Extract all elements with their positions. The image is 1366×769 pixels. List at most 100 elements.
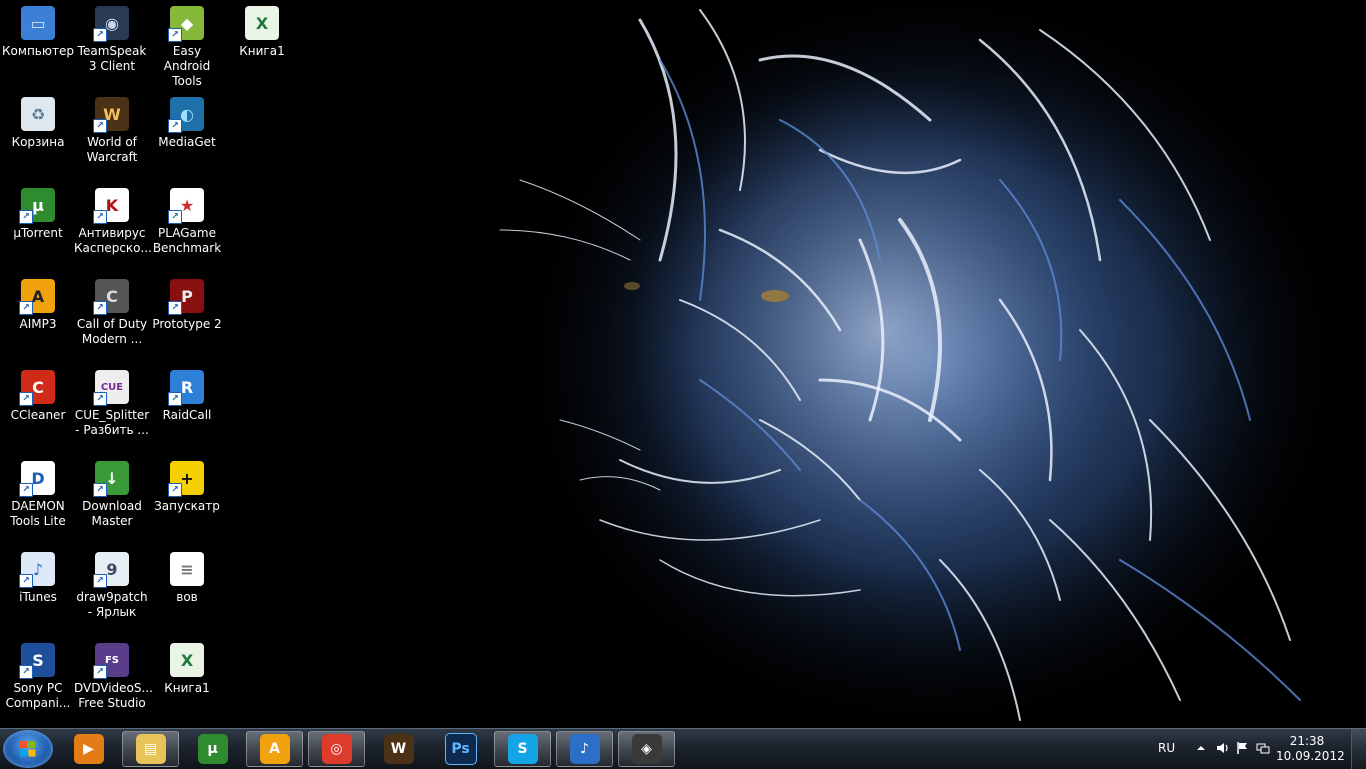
desktop-shortcut[interactable]: R ↗ RaidCall	[149, 364, 225, 423]
desktop-shortcut-label: Easy Android Tools	[163, 44, 211, 88]
desktop-shortcut-label: DAEMON Tools Lite	[10, 499, 66, 528]
language-indicator[interactable]: RU	[1158, 741, 1175, 755]
desktop-shortcut-label: draw9patch - Ярлык	[76, 590, 148, 619]
desktop-shortcut[interactable]: P ↗ Prototype 2	[149, 273, 225, 332]
desktop-shortcut[interactable]: ◆ ↗ Easy Android Tools	[149, 0, 225, 89]
wow-icon: W	[383, 734, 414, 764]
desktop-shortcut[interactable]: C ↗ Call of Duty Modern ...	[74, 273, 150, 347]
taskbar-button[interactable]: µ	[184, 731, 241, 767]
desktop-shortcut-label: Книга1	[239, 44, 285, 58]
taskbar-button[interactable]: ▤	[122, 731, 179, 767]
desktop-shortcut[interactable]: ◉ ↗ TeamSpeak 3 Client	[74, 0, 150, 74]
desktop-shortcut-label: TeamSpeak 3 Client	[77, 44, 147, 73]
desktop-shortcut[interactable]: K ↗ Антивирус Касперско...	[74, 182, 152, 256]
desktop-shortcut-label: Download Master	[82, 499, 142, 528]
clock-date: 10.09.2012	[1276, 749, 1345, 763]
launcher-icon: + ↗	[168, 461, 204, 497]
utorrent-icon: µ ↗	[19, 188, 55, 224]
desktop-shortcut-label: Prototype 2	[152, 317, 222, 331]
taskbar-button[interactable]: ♪	[556, 731, 613, 767]
desktop-shortcut-label: Антивирус Касперско...	[74, 226, 152, 255]
desktop-shortcut[interactable]: ≡ вов	[149, 546, 225, 605]
wow-icon: W ↗	[93, 97, 129, 133]
aimp-icon: A ↗	[19, 279, 55, 315]
utorrent-icon: µ	[197, 734, 228, 764]
desktop-shortcut-label: DVDVideoS... Free Studio	[74, 681, 153, 710]
notification-area: RU 21:38 10.09.2012	[1136, 729, 1366, 769]
desktop-shortcut-label: вов	[176, 590, 198, 604]
desktop-shortcut-label: World of Warcraft	[86, 135, 138, 164]
shortcut-arrow-icon: ↗	[168, 483, 182, 497]
desktop-shortcut-label: iTunes	[19, 590, 57, 604]
show-desktop-button[interactable]	[1351, 729, 1366, 769]
desktop-shortcut[interactable]: X Книга1	[224, 0, 300, 59]
desktop-shortcut[interactable]: C ↗ CCleaner	[0, 364, 76, 423]
taskbar-button[interactable]: S	[494, 731, 551, 767]
desktop-shortcut[interactable]: X Книга1	[149, 637, 225, 696]
desktop-shortcut[interactable]: FS ↗ DVDVideoS... Free Studio	[74, 637, 153, 711]
daemon-tools-icon: D ↗	[19, 461, 55, 497]
desktop-shortcut-label: Call of Duty Modern ...	[76, 317, 148, 346]
desktop-shortcut[interactable]: ♪ ↗ iTunes	[0, 546, 76, 605]
desktop-shortcut[interactable]: ♻ Корзина	[0, 91, 76, 150]
taskbar-button[interactable]: W	[370, 731, 427, 767]
taskbar-button[interactable]: ▶	[60, 731, 117, 767]
shortcut-arrow-icon: ↗	[19, 210, 33, 224]
desktop-shortcut-label: AIMP3	[19, 317, 57, 331]
desktop-shortcut[interactable]: CUE ↗ CUE_Splitter - Разбить ...	[74, 364, 150, 438]
start-button[interactable]	[3, 730, 53, 768]
download-master-icon: ↓ ↗	[93, 461, 129, 497]
taskbar-button[interactable]: A	[246, 731, 303, 767]
desktop-shortcut-label: Книга1	[164, 681, 210, 695]
shortcut-arrow-icon: ↗	[168, 119, 182, 133]
kaspersky-icon: K ↗	[93, 188, 129, 224]
desktop-shortcut[interactable]: ◐ ↗ MediaGet	[149, 91, 225, 150]
skype-icon: S	[507, 734, 538, 764]
excel-icon: X	[170, 643, 204, 677]
taskbar-button[interactable]: ◎	[308, 731, 365, 767]
sony-pc-companion-icon: S ↗	[19, 643, 55, 679]
show-hidden-icon[interactable]	[1194, 741, 1208, 755]
shortcut-arrow-icon: ↗	[168, 28, 182, 42]
taskbar-button[interactable]: Ps	[432, 731, 489, 767]
desktop-shortcut[interactable]: + ↗ Запускатр	[149, 455, 225, 514]
shortcut-arrow-icon: ↗	[93, 392, 107, 406]
shortcut-arrow-icon: ↗	[19, 301, 33, 315]
shortcut-arrow-icon: ↗	[168, 210, 182, 224]
clock-time: 21:38	[1289, 734, 1325, 748]
volume-icon[interactable]	[1216, 741, 1230, 755]
network-icon[interactable]	[1256, 741, 1270, 755]
desktop-shortcut[interactable]: A ↗ AIMP3	[0, 273, 76, 332]
raidcall-icon: R ↗	[168, 370, 204, 406]
desktop-shortcut[interactable]: S ↗ Sony PC Compani...	[0, 637, 76, 711]
desktop-shortcut[interactable]: 9 ↗ draw9patch - Ярлык	[74, 546, 150, 620]
desktop-shortcut[interactable]: ↓ ↗ Download Master	[74, 455, 150, 529]
tiger-artwork	[499, 0, 1350, 728]
text-file-icon: ≡	[170, 552, 204, 586]
android-icon: ◆ ↗	[168, 6, 204, 42]
desktop-shortcut-label: PLAGame Benchmark	[152, 226, 222, 255]
shortcut-arrow-icon: ↗	[19, 483, 33, 497]
taskbar-button[interactable]: ◈	[618, 731, 675, 767]
aimp-icon: A	[259, 734, 290, 764]
action-center-flag-icon[interactable]	[1236, 741, 1250, 755]
shortcut-arrow-icon: ↗	[93, 665, 107, 679]
mediaget-icon: ◐ ↗	[168, 97, 204, 133]
itunes-icon: ♪ ↗	[19, 552, 55, 588]
shortcut-arrow-icon: ↗	[19, 665, 33, 679]
desktop-shortcut[interactable]: µ ↗ µTorrent	[0, 182, 76, 241]
desktop-shortcut[interactable]: D ↗ DAEMON Tools Lite	[0, 455, 76, 529]
shortcut-arrow-icon: ↗	[93, 574, 107, 588]
shortcut-arrow-icon: ↗	[19, 392, 33, 406]
shortcut-arrow-icon: ↗	[19, 574, 33, 588]
desktop-shortcut-label: µTorrent	[13, 226, 63, 240]
shortcut-arrow-icon: ↗	[93, 119, 107, 133]
shortcut-arrow-icon: ↗	[93, 210, 107, 224]
draw9patch-icon: 9 ↗	[93, 552, 129, 588]
cue-splitter-icon: CUE ↗	[93, 370, 129, 406]
desktop-shortcut[interactable]: ★ ↗ PLAGame Benchmark	[149, 182, 225, 256]
clock[interactable]: 21:38 10.09.2012	[1276, 734, 1345, 764]
desktop-shortcut[interactable]: W ↗ World of Warcraft	[74, 91, 150, 165]
desktop-shortcut[interactable]: ▭ Компьютер	[0, 0, 76, 59]
ccleaner-icon: C ↗	[19, 370, 55, 406]
